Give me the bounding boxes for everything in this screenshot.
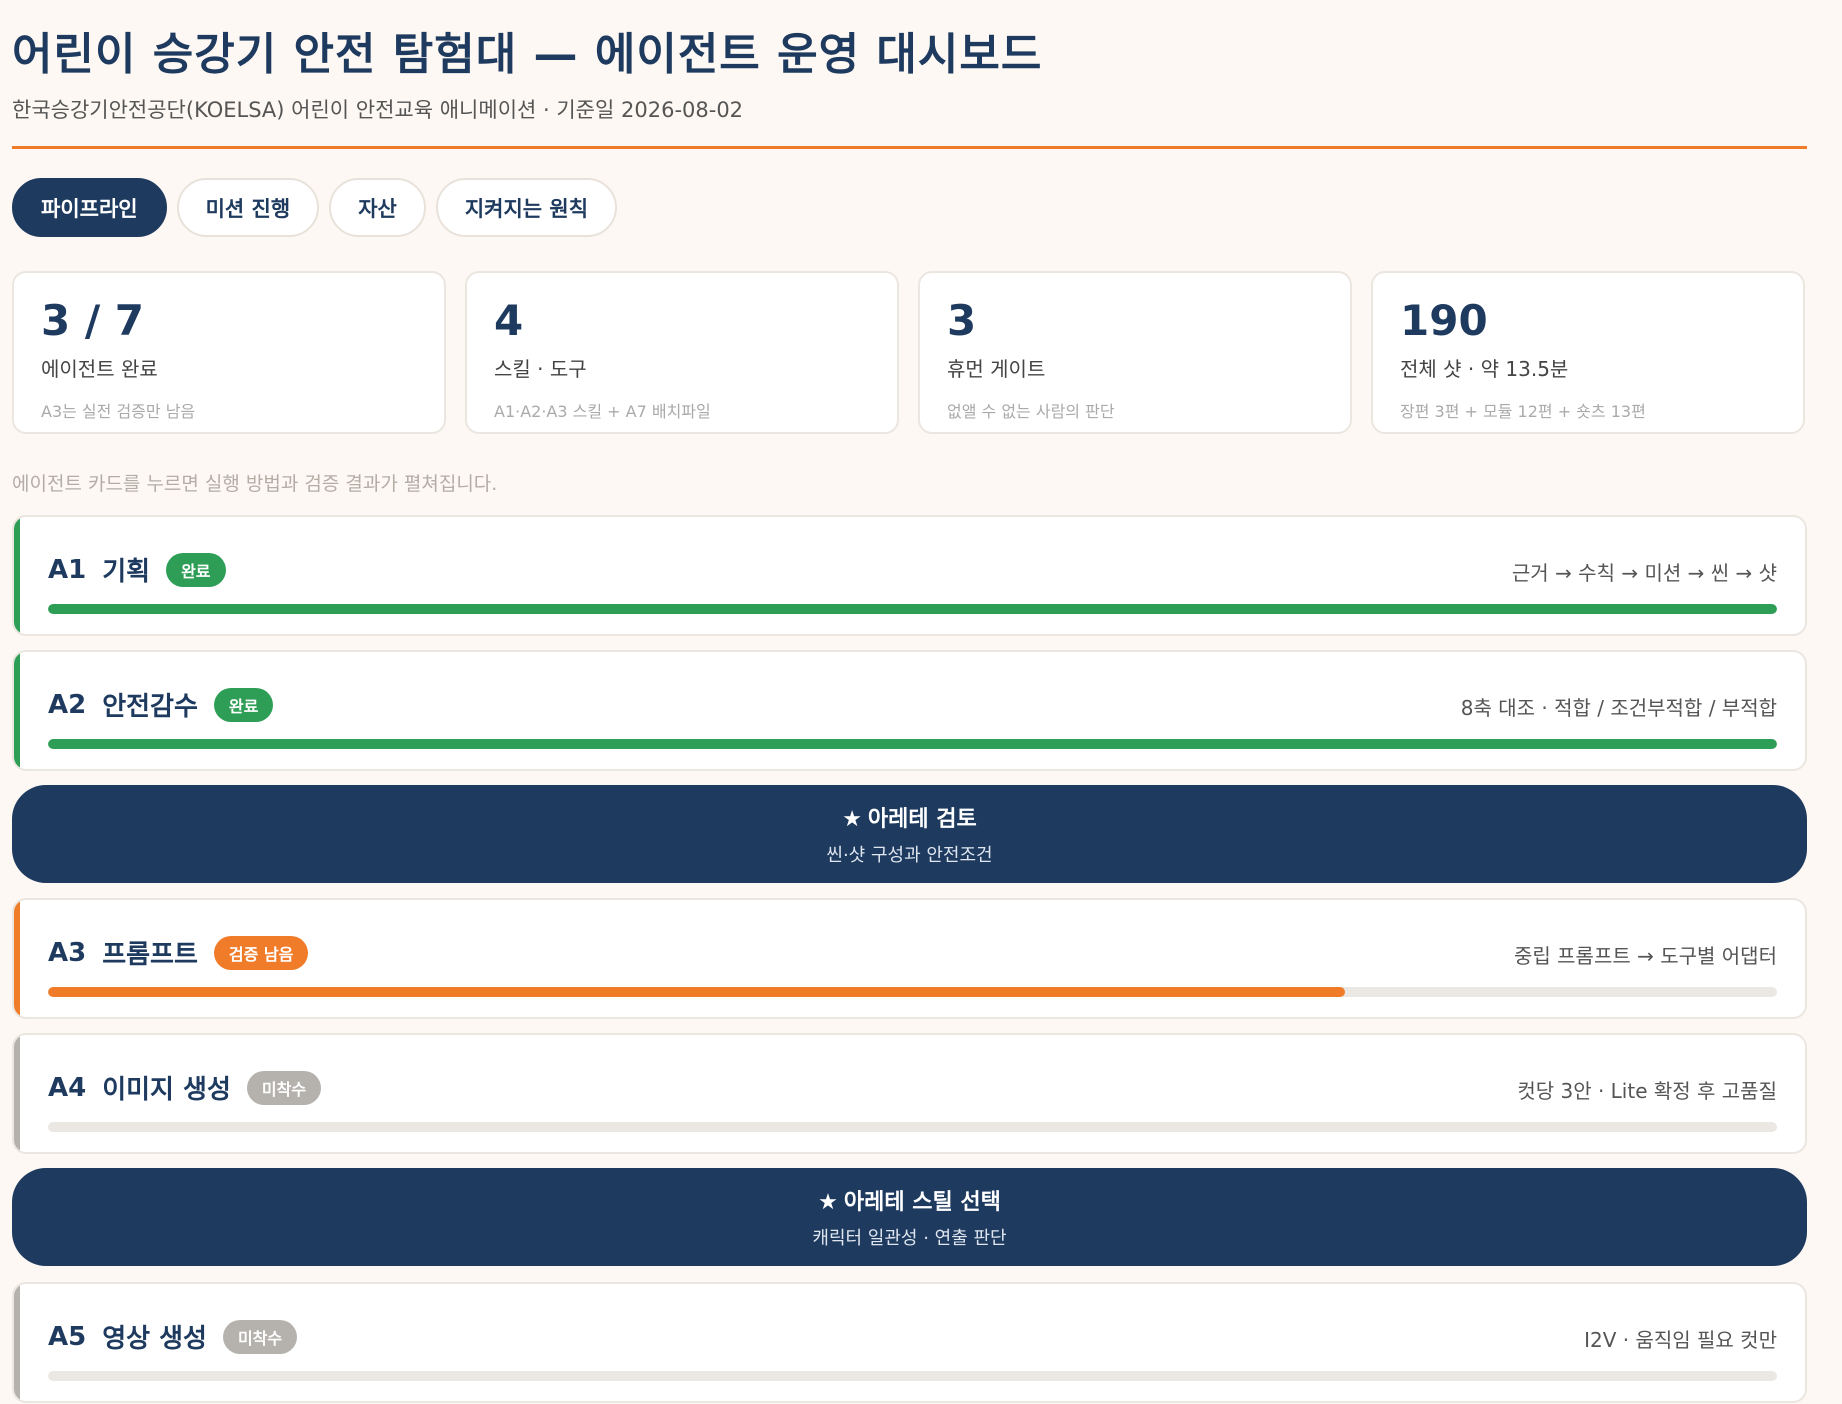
tab-principles[interactable]: 지켜지는 원칙 xyxy=(435,178,618,237)
agent-id: A1 xyxy=(48,554,87,585)
stat-card-agents-complete: 3 / 7 에이전트 완료 A3는 실전 검증만 남음 xyxy=(12,271,446,434)
stat-label: 휴먼 게이트 xyxy=(947,357,1046,382)
progress-fill xyxy=(48,739,1777,749)
progress-fill xyxy=(48,987,1345,997)
stat-value: 3 / 7 xyxy=(41,296,145,345)
agent-id: A2 xyxy=(48,689,87,720)
stat-value: 4 xyxy=(494,296,524,345)
star-icon: ★ xyxy=(818,1190,838,1215)
agent-card-a2[interactable]: A2 안전감수 완료 8축 대조 · 적합 / 조건부적합 / 부적합 xyxy=(12,650,1807,771)
progress-bar xyxy=(48,739,1777,749)
gate-subtitle: 캐릭터 일관성 · 연출 판단 xyxy=(812,1228,1007,1249)
status-badge: 완료 xyxy=(213,687,274,722)
stat-cards: 3 / 7 에이전트 완료 A3는 실전 검증만 남음 4 스킬 · 도구 A1… xyxy=(12,271,1805,434)
status-badge: 미착수 xyxy=(222,1319,298,1354)
status-badge: 미착수 xyxy=(246,1070,322,1105)
agent-flow: I2V · 움직임 필요 컷만 xyxy=(1584,1328,1777,1352)
stat-card-skills-tools: 4 스킬 · 도구 A1·A2·A3 스킬 + A7 배치파일 xyxy=(465,271,899,434)
stat-value: 3 xyxy=(947,296,977,345)
agent-accent xyxy=(14,1284,20,1401)
progress-bar xyxy=(48,604,1777,614)
agent-name: 프롬프트 xyxy=(102,940,198,970)
progress-fill xyxy=(48,604,1777,614)
agent-flow: 컷당 3안 · Lite 확정 후 고품질 xyxy=(1517,1079,1777,1103)
stat-note: 없앨 수 없는 사람의 판단 xyxy=(947,402,1115,422)
progress-bar xyxy=(48,1371,1777,1381)
pipeline-hint: 에이전트 카드를 누르면 실행 방법과 검증 결과가 펼쳐집니다. xyxy=(12,473,498,495)
agent-accent xyxy=(14,1035,20,1152)
tab-mission-progress[interactable]: 미션 진행 xyxy=(176,178,320,237)
agent-accent xyxy=(14,517,20,634)
progress-bar xyxy=(48,1122,1777,1132)
stat-note: A3는 실전 검증만 남음 xyxy=(41,402,196,422)
agent-flow: 중립 프롬프트 → 도구별 어댑터 xyxy=(1514,944,1777,968)
dashboard-page: 어린이 승강기 안전 탐험대 — 에이전트 운영 대시보드 한국승강기안전공단(… xyxy=(0,0,1842,1404)
agent-name: 안전감수 xyxy=(102,692,198,722)
agent-name: 이미지 생성 xyxy=(102,1075,231,1105)
agent-name: 영상 생성 xyxy=(102,1324,207,1354)
gate-title: 아레테 스틸 선택 xyxy=(843,1190,1001,1215)
tab-bar: 파이프라인 미션 진행 자산 지켜지는 원칙 xyxy=(12,178,618,237)
agent-card-a5[interactable]: A5 영상 생성 미착수 I2V · 움직임 필요 컷만 xyxy=(12,1282,1807,1403)
stat-label: 스킬 · 도구 xyxy=(494,357,587,382)
human-gate-arete-review: ★ 아레테 검토 씬·샷 구성과 안전조건 xyxy=(12,785,1807,883)
stat-label: 에이전트 완료 xyxy=(41,357,158,382)
stat-note: 장편 3편 + 모듈 12편 + 숏츠 13편 xyxy=(1400,402,1646,422)
agent-id: A4 xyxy=(48,1072,87,1103)
star-icon: ★ xyxy=(842,807,862,832)
page-title: 어린이 승강기 안전 탐험대 — 에이전트 운영 대시보드 xyxy=(12,29,1043,80)
gate-subtitle: 씬·샷 구성과 안전조건 xyxy=(826,845,993,866)
tab-assets[interactable]: 자산 xyxy=(329,178,426,237)
agent-card-a1[interactable]: A1 기획 완료 근거 → 수칙 → 미션 → 씬 → 샷 xyxy=(12,515,1807,636)
agent-card-a4[interactable]: A4 이미지 생성 미착수 컷당 3안 · Lite 확정 후 고품질 xyxy=(12,1033,1807,1154)
agent-id: A5 xyxy=(48,1321,87,1352)
agent-name: 기획 xyxy=(102,557,151,587)
agent-accent xyxy=(14,900,20,1017)
stat-card-total-shots: 190 전체 샷 · 약 13.5분 장편 3편 + 모듈 12편 + 숏츠 1… xyxy=(1371,271,1805,434)
tab-pipeline[interactable]: 파이프라인 xyxy=(12,178,167,237)
status-badge: 검증 남음 xyxy=(213,935,309,970)
stat-card-human-gates: 3 휴먼 게이트 없앨 수 없는 사람의 판단 xyxy=(918,271,1352,434)
agent-id: A3 xyxy=(48,937,87,968)
human-gate-arete-still-selection: ★ 아레테 스틸 선택 캐릭터 일관성 · 연출 판단 xyxy=(12,1168,1807,1266)
status-badge: 완료 xyxy=(166,552,226,587)
gate-title: 아레테 검토 xyxy=(867,807,977,832)
stat-value: 190 xyxy=(1400,296,1488,345)
agent-flow: 8축 대조 · 적합 / 조건부적합 / 부적합 xyxy=(1460,696,1777,720)
agent-card-a3[interactable]: A3 프롬프트 검증 남음 중립 프롬프트 → 도구별 어댑터 xyxy=(12,898,1807,1019)
header-divider xyxy=(12,146,1807,149)
stat-note: A1·A2·A3 스킬 + A7 배치파일 xyxy=(494,402,711,422)
page-subtitle: 한국승강기안전공단(KOELSA) 어린이 안전교육 애니메이션 · 기준일 2… xyxy=(12,98,744,122)
agent-flow: 근거 → 수칙 → 미션 → 씬 → 샷 xyxy=(1511,561,1777,585)
stat-label: 전체 샷 · 약 13.5분 xyxy=(1400,357,1569,382)
progress-bar xyxy=(48,987,1777,997)
agent-accent xyxy=(14,652,20,769)
